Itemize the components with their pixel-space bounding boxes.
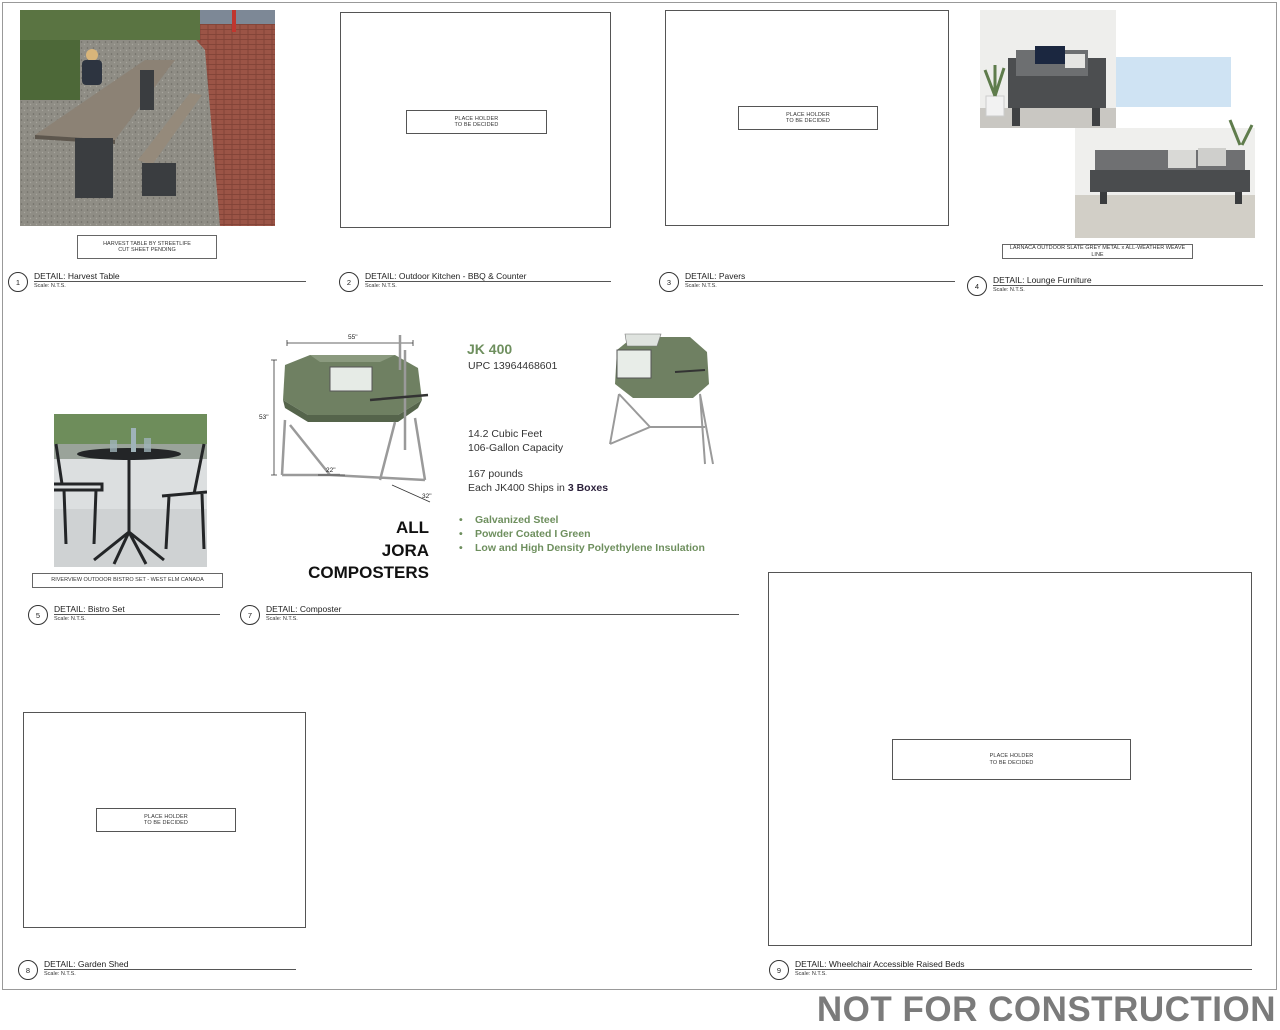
placeholder-box: PLACE HOLDER TO BE DECIDED bbox=[96, 808, 236, 832]
raised-beds-frame: PLACE HOLDER TO BE DECIDED bbox=[768, 572, 1252, 946]
composter-upc: UPC 13964468601 bbox=[468, 360, 558, 372]
detail-scale: Scale: N.T.S. bbox=[795, 971, 827, 977]
ships-prefix: Each JK400 Ships in bbox=[468, 482, 568, 494]
detail-scale: Scale: N.T.S. bbox=[365, 283, 397, 289]
detail-number-circle: 5 bbox=[28, 605, 48, 625]
detail-title: DETAIL: Outdoor Kitchen - BBQ & Counter bbox=[365, 271, 527, 281]
placeholder-box: PLACE HOLDER TO BE DECIDED bbox=[738, 106, 878, 130]
detail-underline bbox=[993, 285, 1263, 286]
detail-label-5: 5 DETAIL: Bistro Set Scale: N.T.S. bbox=[28, 604, 228, 629]
detail-label-7: 7 DETAIL: Composter Scale: N.T.S. bbox=[240, 604, 750, 629]
composter-weight: 167 pounds bbox=[468, 468, 523, 480]
detail-title: DETAIL: Bistro Set bbox=[54, 604, 125, 614]
detail-underline bbox=[365, 281, 611, 282]
detail-scale: Scale: N.T.S. bbox=[34, 283, 66, 289]
detail-label-4: 4 DETAIL: Lounge Furniture Scale: N.T.S. bbox=[967, 275, 1267, 300]
composter-product-photo bbox=[609, 333, 714, 465]
lounge-furniture-photos bbox=[980, 10, 1255, 238]
placeholder-box: PLACE HOLDER TO BE DECIDED bbox=[892, 739, 1131, 780]
detail-number-circle: 3 bbox=[659, 272, 679, 292]
feature-item: • Powder Coated I Green bbox=[459, 528, 591, 540]
detail-underline bbox=[685, 281, 955, 282]
composter-height-dim: 53" bbox=[259, 414, 269, 421]
composter-leg-dim: 22" bbox=[326, 467, 336, 474]
composter-shipping: 167 pounds Each JK400 Ships in 3 Boxes bbox=[468, 467, 608, 495]
detail-scale: Scale: N.T.S. bbox=[685, 283, 717, 289]
detail-label-9: 9 DETAIL: Wheelchair Accessible Raised B… bbox=[769, 959, 1259, 984]
detail-underline bbox=[266, 614, 739, 615]
harvest-table-caption: HARVEST TABLE BY STREETLIFE CUT SHEET PE… bbox=[77, 235, 217, 259]
detail-title: DETAIL: Pavers bbox=[685, 271, 746, 281]
composter-depth-dim: 32" bbox=[422, 493, 432, 500]
detail-number-circle: 4 bbox=[967, 276, 987, 296]
feature-item: • Low and High Density Polyethylene Insul… bbox=[459, 542, 705, 554]
brand-line-1: ALL bbox=[395, 518, 429, 537]
composter-volume: 14.2 Cubic Feet 106-Gallon Capacity bbox=[468, 427, 563, 455]
detail-scale: Scale: N.T.S. bbox=[266, 616, 298, 622]
composter-model: JK 400 bbox=[467, 341, 513, 357]
placeholder-line2: TO BE DECIDED bbox=[454, 122, 499, 128]
detail-scale: Scale: N.T.S. bbox=[54, 616, 86, 622]
brand-line-2: JORA bbox=[381, 540, 429, 560]
detail-number-circle: 2 bbox=[339, 272, 359, 292]
volume-cubic-feet: 14.2 Cubic Feet bbox=[468, 428, 543, 440]
detail-title: DETAIL: Harvest Table bbox=[34, 271, 120, 281]
detail-scale: Scale: N.T.S. bbox=[44, 971, 76, 977]
harvest-table-photo bbox=[20, 10, 275, 226]
detail-title: DETAIL: Garden Shed bbox=[44, 959, 129, 969]
pavers-frame: PLACE HOLDER TO BE DECIDED bbox=[665, 10, 949, 226]
feature-item: • Galvanized Steel bbox=[459, 514, 559, 526]
detail-underline bbox=[795, 969, 1252, 970]
detail-number-circle: 8 bbox=[18, 960, 38, 980]
brand-line-3: COMPOSTERS bbox=[308, 563, 429, 582]
detail-title: DETAIL: Composter bbox=[266, 604, 342, 614]
composter-width-dim: 55" bbox=[348, 334, 358, 341]
detail-label-2: 2 DETAIL: Outdoor Kitchen - BBQ & Counte… bbox=[339, 271, 614, 296]
detail-number-circle: 7 bbox=[240, 605, 260, 625]
not-for-construction-stamp: NOT FOR CONSTRUCTION bbox=[816, 990, 1276, 1029]
bistro-caption-text: RIVERVIEW OUTDOOR BISTRO SET - WEST ELM … bbox=[51, 577, 204, 584]
detail-scale: Scale: N.T.S. bbox=[993, 287, 1025, 293]
ships-boxes: 3 Boxes bbox=[567, 482, 609, 494]
detail-label-8: 8 DETAIL: Garden Shed Scale: N.T.S. bbox=[18, 959, 308, 984]
placeholder-line2: TO BE DECIDED bbox=[144, 820, 188, 826]
detail-underline bbox=[44, 969, 296, 970]
placeholder-line2: TO BE DECIDED bbox=[989, 759, 1034, 766]
volume-gallons: 106-Gallon Capacity bbox=[468, 442, 564, 454]
bistro-caption: RIVERVIEW OUTDOOR BISTRO SET - WEST ELM … bbox=[32, 573, 223, 588]
detail-label-3: 3 DETAIL: Pavers Scale: N.T.S. bbox=[659, 271, 959, 296]
jora-brand-block: ALL JORA COMPOSTERS bbox=[280, 517, 429, 585]
detail-number-circle: 1 bbox=[8, 272, 28, 292]
lounge-caption: LARNACA OUTDOOR SLATE GREY METAL x ALL-W… bbox=[1002, 244, 1193, 259]
detail-title: DETAIL: Wheelchair Accessible Raised Bed… bbox=[795, 959, 965, 969]
composter-feature-list: • Galvanized Steel • Powder Coated I Green… bbox=[459, 513, 705, 555]
detail-underline bbox=[54, 614, 220, 615]
ships-line: Each JK400 Ships in 3 Boxes bbox=[468, 481, 608, 495]
detail-title: DETAIL: Lounge Furniture bbox=[993, 275, 1092, 285]
detail-number-circle: 9 bbox=[769, 960, 789, 980]
outdoor-kitchen-frame: PLACE HOLDER TO BE DECIDED bbox=[340, 12, 611, 228]
garden-shed-frame: PLACE HOLDER TO BE DECIDED bbox=[23, 712, 306, 928]
detail-label-1: 1 DETAIL: Harvest Table Scale: N.T.S. bbox=[8, 271, 308, 296]
lounge-caption-text: LARNACA OUTDOOR SLATE GREY METAL x ALL-W… bbox=[1009, 245, 1186, 258]
placeholder-box: PLACE HOLDER TO BE DECIDED bbox=[406, 110, 547, 134]
detail-underline bbox=[34, 281, 306, 282]
placeholder-line2: TO BE DECIDED bbox=[786, 118, 830, 124]
harvest-caption-line2: CUT SHEET PENDING bbox=[118, 247, 176, 253]
bistro-set-photo bbox=[54, 414, 207, 567]
